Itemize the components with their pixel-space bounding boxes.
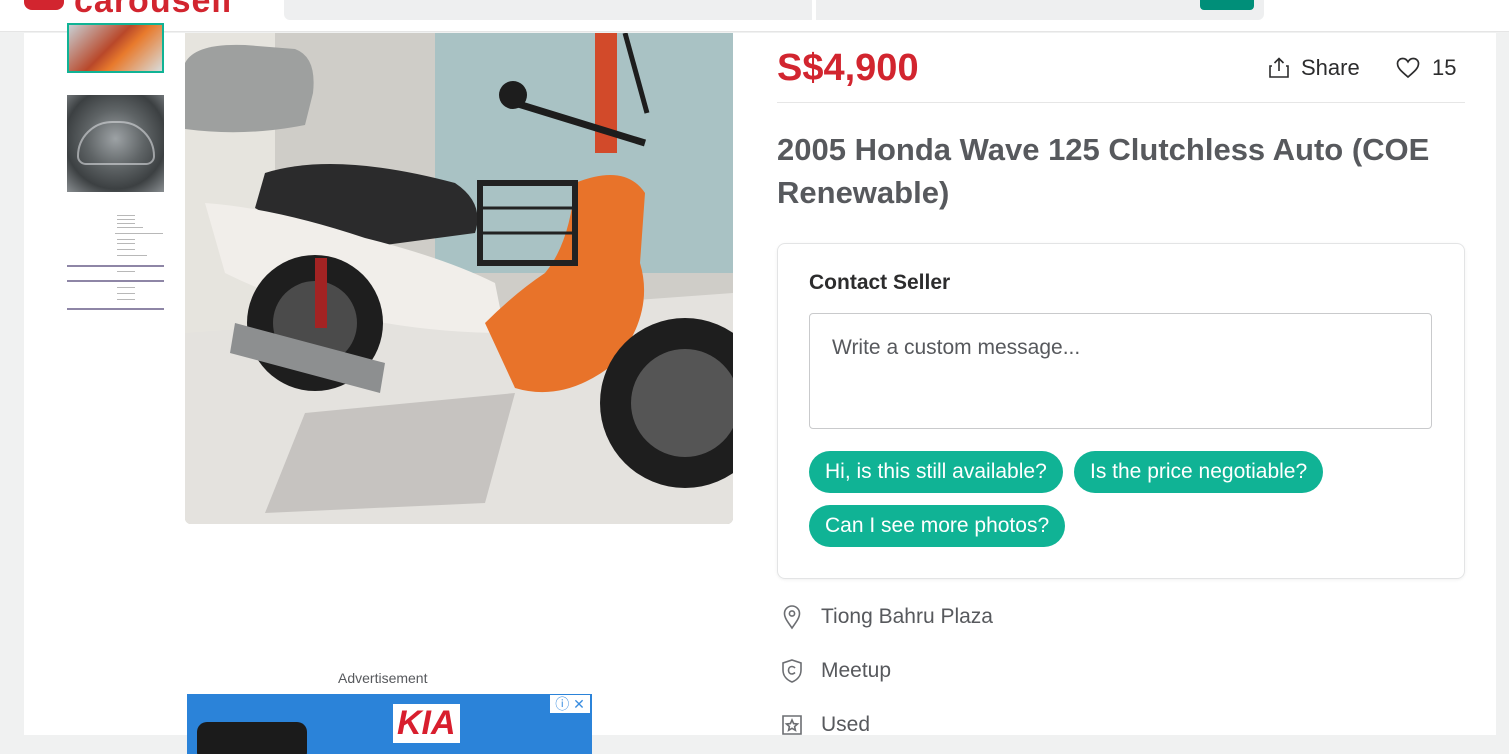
like-count: 15 xyxy=(1432,55,1457,80)
thumbnail-1-selected[interactable] xyxy=(67,23,164,73)
condition-text: Used xyxy=(821,713,871,736)
thumbnail-2[interactable] xyxy=(67,95,164,192)
top-navigation-bar: carousell xyxy=(0,0,1509,32)
search-location-field[interactable] xyxy=(816,0,1264,20)
contact-seller-heading: Contact Seller xyxy=(809,271,951,294)
listing-title: 2005 Honda Wave 125 Clutchless Auto (COE… xyxy=(777,132,1430,210)
contact-seller-panel: Contact Seller Hi, is this still availab… xyxy=(777,243,1465,579)
listing-card: Advertisement KIA ⓘ ✕ S$4,900 Share 15 2… xyxy=(24,23,1496,754)
quick-reply-more-photos[interactable]: Can I see more photos? xyxy=(809,505,1066,547)
thumbnail-3[interactable] xyxy=(67,213,164,310)
advertisement-label: Advertisement xyxy=(338,670,428,686)
meetup-location-row: Tiong Bahru Plaza xyxy=(779,604,993,630)
share-label: Share xyxy=(1301,55,1360,80)
quick-reply-negotiable[interactable]: Is the price negotiable? xyxy=(1074,451,1324,493)
ad-choices-close-icon[interactable]: ⓘ ✕ xyxy=(550,695,590,713)
search-button[interactable] xyxy=(1200,0,1254,10)
quick-reply-available[interactable]: Hi, is this still available? xyxy=(809,451,1063,493)
price-divider xyxy=(777,102,1465,103)
advertisement-banner[interactable]: KIA ⓘ ✕ xyxy=(187,694,592,754)
star-tag-icon xyxy=(782,715,802,735)
deal-method-text: Meetup xyxy=(821,659,892,682)
share-icon xyxy=(1269,57,1289,78)
carousell-logo-text[interactable]: carousell xyxy=(74,0,232,21)
location-text: Tiong Bahru Plaza xyxy=(821,605,993,628)
like-button[interactable]: 15 xyxy=(1396,55,1456,81)
listing-price: S$4,900 xyxy=(777,47,919,89)
search-keyword-field[interactable] xyxy=(284,0,812,20)
deal-method-row: Meetup xyxy=(779,658,891,684)
custom-message-input[interactable] xyxy=(809,313,1432,429)
main-product-photo[interactable] xyxy=(185,33,733,524)
ad-phone-image xyxy=(197,722,307,754)
shield-c-icon xyxy=(782,659,802,683)
condition-row: Used xyxy=(779,712,870,738)
location-pin-icon xyxy=(783,605,801,630)
carousell-logo-icon[interactable] xyxy=(24,0,64,10)
ad-brand-logo: KIA xyxy=(393,704,460,743)
share-button[interactable]: Share xyxy=(1267,55,1360,81)
heart-icon xyxy=(1396,57,1420,79)
